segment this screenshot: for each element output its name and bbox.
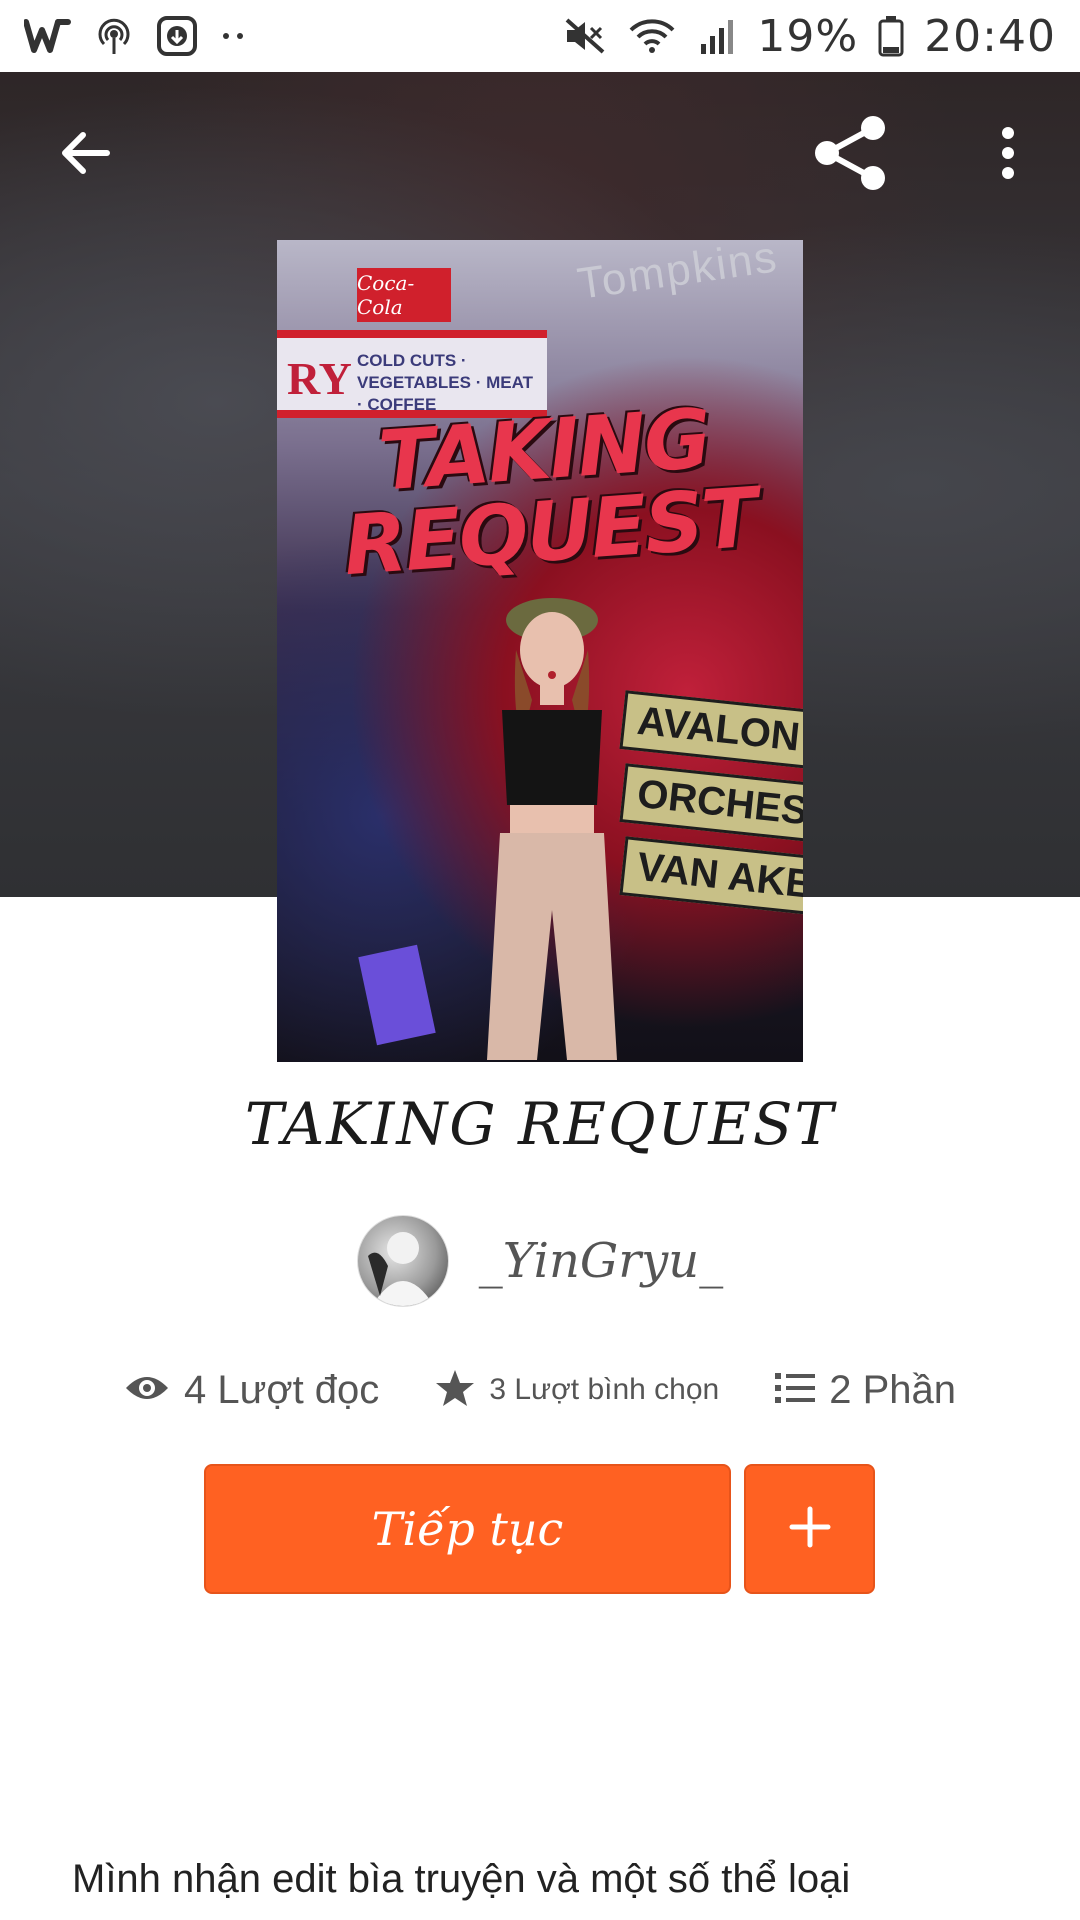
story-title: TAKING REQUEST — [244, 1090, 836, 1158]
street-sign: VAN AKEN — [619, 836, 803, 915]
story-stats: 4 Lượt đọc 3 Lượt bình chọn 2 Phần — [0, 1360, 1080, 1420]
parts-count: 2 Phần — [829, 1367, 957, 1412]
more-options-button[interactable] — [970, 110, 1046, 200]
wifi-icon — [627, 16, 677, 56]
eye-icon — [124, 1372, 170, 1409]
share-icon — [811, 114, 889, 197]
continue-reading-button[interactable]: Tiếp tục — [204, 1464, 731, 1594]
author-name[interactable]: _YinGryu_ — [479, 1233, 723, 1289]
votes-stat: 3 Lượt bình chọn — [435, 1368, 719, 1413]
cover-title-text: TAKING REQUEST — [340, 391, 759, 595]
status-bar: 19% 20:40 — [0, 0, 1080, 72]
battery-icon — [878, 15, 904, 57]
signal-icon — [697, 16, 737, 56]
author-row[interactable]: _YinGryu_ — [0, 1215, 1080, 1307]
more-dots-icon — [218, 26, 248, 46]
clock: 20:40 — [924, 10, 1056, 62]
street-sign: AVALON — [619, 690, 803, 769]
add-to-library-button[interactable] — [744, 1464, 875, 1594]
star-icon — [435, 1368, 475, 1413]
votes-count: 3 Lượt bình chọn — [489, 1373, 720, 1406]
cover-store-letters: RY — [287, 353, 352, 404]
cover-building-sign: Tompkins — [574, 240, 782, 309]
reads-count: 4 Lượt đọc — [183, 1367, 380, 1412]
cover-street-signs: AVALON ORCHESTRA VAN AKEN — [619, 690, 803, 919]
cover-coke-sign: Coca-Cola — [357, 268, 451, 322]
plus-icon — [788, 1505, 832, 1554]
battery-percent: 19% — [757, 10, 859, 62]
status-bar-left — [24, 15, 248, 57]
back-button[interactable] — [40, 110, 130, 200]
cover-shopping-bag — [358, 944, 436, 1046]
parts-stat: 2 Phần — [775, 1368, 956, 1413]
author-avatar[interactable] — [356, 1215, 449, 1307]
wattpad-icon — [24, 16, 72, 56]
arrow-left-icon — [57, 125, 113, 186]
list-icon — [775, 1371, 816, 1410]
story-cover-image[interactable]: Coca-Cola RY COLD CUTS · VEGETABLES · ME… — [277, 240, 803, 1062]
hotspot-icon — [92, 16, 136, 56]
status-bar-right: 19% 20:40 — [563, 11, 1056, 62]
mute-icon — [563, 16, 607, 56]
share-button[interactable] — [805, 110, 895, 200]
more-vertical-icon — [998, 125, 1018, 186]
street-sign: ORCHESTRA — [619, 763, 803, 842]
story-description: Mình nhận edit bìa truyện và một số thể … — [72, 1857, 851, 1901]
download-icon — [156, 15, 198, 57]
reads-stat: 4 Lượt đọc — [124, 1368, 379, 1413]
